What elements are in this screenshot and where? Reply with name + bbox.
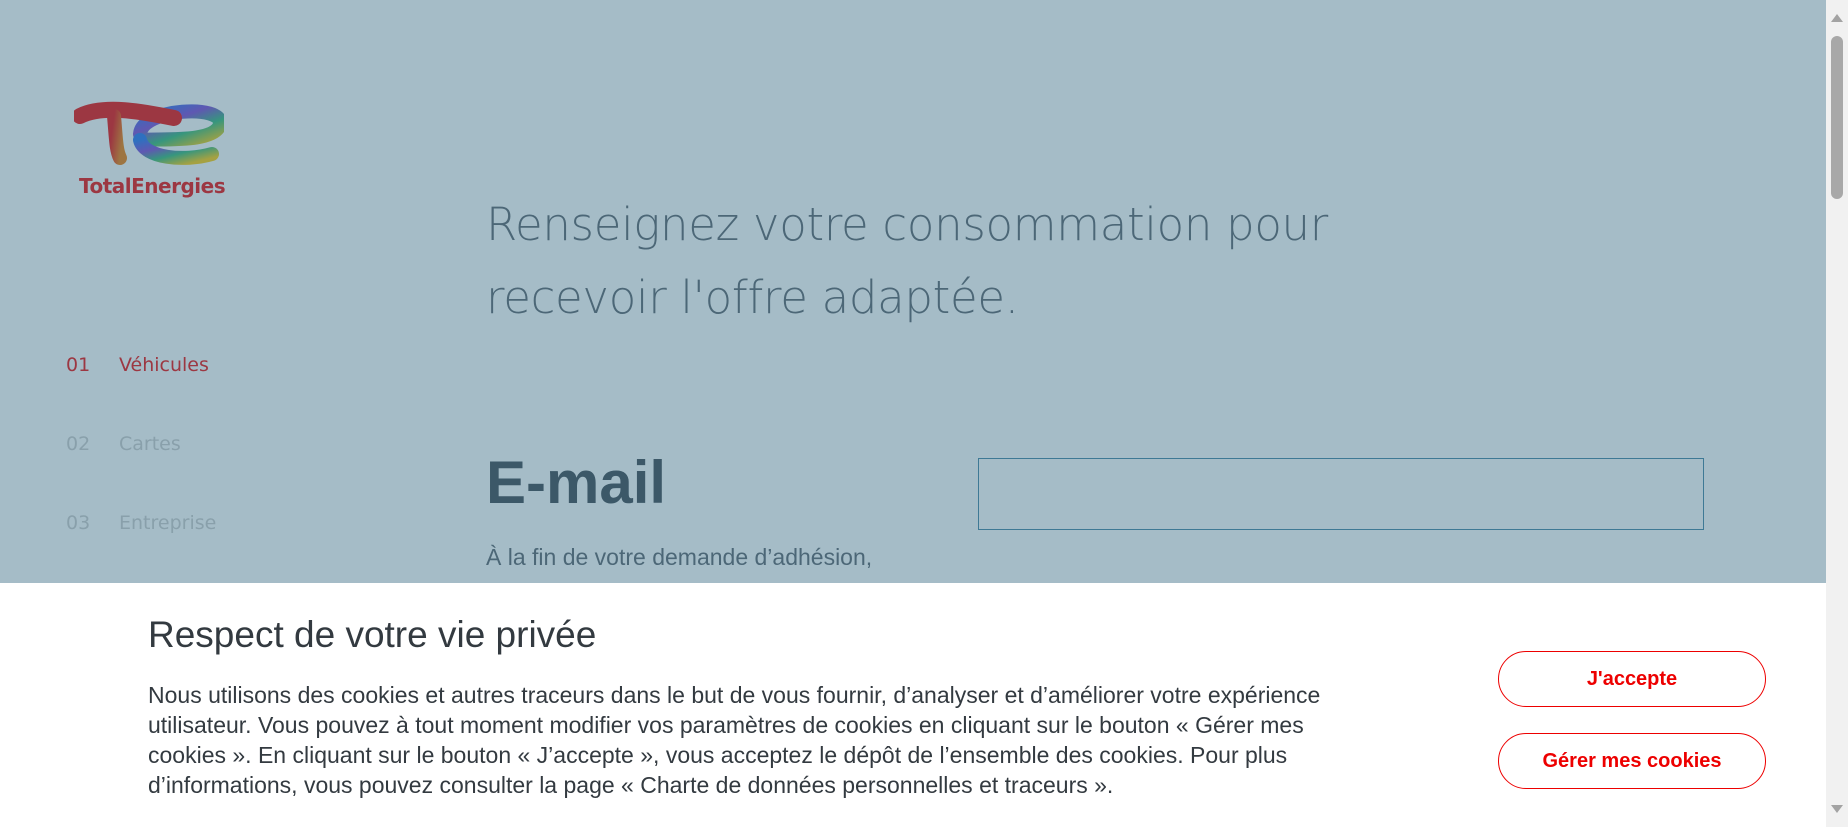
cookie-title: Respect de votre vie privée: [148, 614, 597, 655]
cookie-description: Nous utilisons des cookies et autres tra…: [148, 682, 1321, 798]
scrollbar[interactable]: [1826, 0, 1848, 827]
manage-cookies-button[interactable]: Gérer mes cookies: [1498, 733, 1766, 789]
accept-cookies-button[interactable]: J'accepte: [1498, 651, 1766, 707]
scroll-thumb[interactable]: [1831, 36, 1843, 199]
page: TotalEnergies 01 Véhicules 02 Cartes 03 …: [0, 0, 1848, 827]
scroll-down-icon[interactable]: [1831, 805, 1843, 813]
cookie-banner: Respect de votre vie privée Nous utiliso…: [0, 583, 1826, 827]
scroll-up-icon[interactable]: [1831, 14, 1843, 22]
